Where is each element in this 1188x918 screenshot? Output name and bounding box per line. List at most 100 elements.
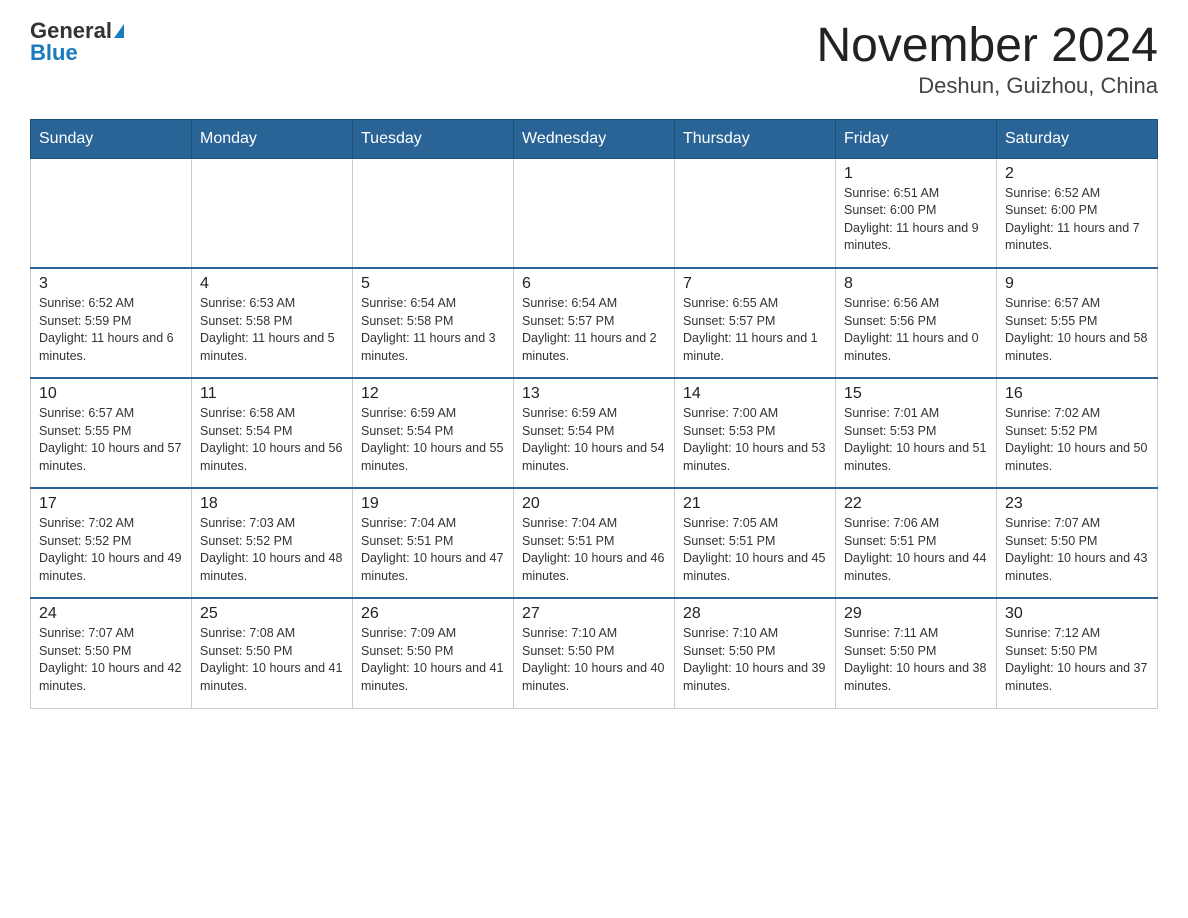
day-number: 16: [1005, 385, 1149, 403]
day-number: 22: [844, 495, 988, 513]
calendar-week-row: 3 Sunrise: 6:52 AMSunset: 5:59 PMDaylight…: [31, 268, 1158, 378]
calendar-cell: [675, 158, 836, 268]
day-info: Sunrise: 6:59 AMSunset: 5:54 PMDaylight:…: [361, 405, 505, 475]
day-number: 26: [361, 605, 505, 623]
day-info: Sunrise: 7:09 AMSunset: 5:50 PMDaylight:…: [361, 625, 505, 695]
day-number: 11: [200, 385, 344, 403]
day-info: Sunrise: 7:08 AMSunset: 5:50 PMDaylight:…: [200, 625, 344, 695]
calendar-cell: 28 Sunrise: 7:10 AMSunset: 5:50 PMDayligh…: [675, 598, 836, 708]
day-number: 23: [1005, 495, 1149, 513]
day-info: Sunrise: 7:07 AMSunset: 5:50 PMDaylight:…: [1005, 515, 1149, 585]
day-number: 29: [844, 605, 988, 623]
day-number: 21: [683, 495, 827, 513]
day-info: Sunrise: 7:06 AMSunset: 5:51 PMDaylight:…: [844, 515, 988, 585]
day-number: 15: [844, 385, 988, 403]
day-info: Sunrise: 7:10 AMSunset: 5:50 PMDaylight:…: [683, 625, 827, 695]
day-info: Sunrise: 6:59 AMSunset: 5:54 PMDaylight:…: [522, 405, 666, 475]
day-info: Sunrise: 7:02 AMSunset: 5:52 PMDaylight:…: [1005, 405, 1149, 475]
calendar-cell: 7 Sunrise: 6:55 AMSunset: 5:57 PMDaylight…: [675, 268, 836, 378]
day-number: 19: [361, 495, 505, 513]
header-sunday: Sunday: [31, 119, 192, 158]
calendar-cell: 20 Sunrise: 7:04 AMSunset: 5:51 PMDayligh…: [514, 488, 675, 598]
calendar-cell: 15Sunrise: 7:01 AMSunset: 5:53 PMDayligh…: [836, 378, 997, 488]
calendar-cell: 26 Sunrise: 7:09 AMSunset: 5:50 PMDayligh…: [353, 598, 514, 708]
day-number: 20: [522, 495, 666, 513]
day-info: Sunrise: 7:07 AMSunset: 5:50 PMDaylight:…: [39, 625, 183, 695]
day-info: Sunrise: 7:04 AMSunset: 5:51 PMDaylight:…: [522, 515, 666, 585]
calendar-cell: [353, 158, 514, 268]
day-number: 24: [39, 605, 183, 623]
header-thursday: Thursday: [675, 119, 836, 158]
header-wednesday: Wednesday: [514, 119, 675, 158]
calendar-cell: 24 Sunrise: 7:07 AMSunset: 5:50 PMDayligh…: [31, 598, 192, 708]
day-number: 7: [683, 275, 827, 293]
calendar-cell: 27 Sunrise: 7:10 AMSunset: 5:50 PMDayligh…: [514, 598, 675, 708]
header-monday: Monday: [192, 119, 353, 158]
day-info: Sunrise: 6:57 AMSunset: 5:55 PMDaylight:…: [39, 405, 183, 475]
day-number: 30: [1005, 605, 1149, 623]
calendar-cell: 25 Sunrise: 7:08 AMSunset: 5:50 PMDayligh…: [192, 598, 353, 708]
calendar-cell: 21Sunrise: 7:05 AMSunset: 5:51 PMDayligh…: [675, 488, 836, 598]
day-info: Sunrise: 7:12 AMSunset: 5:50 PMDaylight:…: [1005, 625, 1149, 695]
header-saturday: Saturday: [997, 119, 1158, 158]
logo: General Blue: [30, 20, 124, 64]
day-info: Sunrise: 7:11 AMSunset: 5:50 PMDaylight:…: [844, 625, 988, 695]
header-friday: Friday: [836, 119, 997, 158]
day-number: 12: [361, 385, 505, 403]
title-area: November 2024 Deshun, Guizhou, China: [816, 20, 1158, 99]
calendar-cell: 9Sunrise: 6:57 AMSunset: 5:55 PMDaylight…: [997, 268, 1158, 378]
day-number: 14: [683, 385, 827, 403]
day-info: Sunrise: 6:55 AMSunset: 5:57 PMDaylight:…: [683, 295, 827, 365]
day-number: 25: [200, 605, 344, 623]
calendar-week-row: 1 Sunrise: 6:51 AMSunset: 6:00 PMDaylight…: [31, 158, 1158, 268]
calendar-cell: 12 Sunrise: 6:59 AMSunset: 5:54 PMDayligh…: [353, 378, 514, 488]
logo-blue-text: Blue: [30, 42, 78, 64]
calendar-cell: 16 Sunrise: 7:02 AMSunset: 5:52 PMDayligh…: [997, 378, 1158, 488]
day-number: 3: [39, 275, 183, 293]
calendar-cell: 23 Sunrise: 7:07 AMSunset: 5:50 PMDayligh…: [997, 488, 1158, 598]
calendar-cell: 10 Sunrise: 6:57 AMSunset: 5:55 PMDayligh…: [31, 378, 192, 488]
day-number: 8: [844, 275, 988, 293]
header-tuesday: Tuesday: [353, 119, 514, 158]
calendar-cell: 29 Sunrise: 7:11 AMSunset: 5:50 PMDayligh…: [836, 598, 997, 708]
day-info: Sunrise: 6:57 AMSunset: 5:55 PMDaylight:…: [1005, 295, 1149, 365]
page-header: General Blue November 2024 Deshun, Guizh…: [30, 20, 1158, 99]
calendar-cell: 3 Sunrise: 6:52 AMSunset: 5:59 PMDaylight…: [31, 268, 192, 378]
location-subtitle: Deshun, Guizhou, China: [816, 73, 1158, 99]
calendar-cell: 5 Sunrise: 6:54 AMSunset: 5:58 PMDaylight…: [353, 268, 514, 378]
day-info: Sunrise: 7:04 AMSunset: 5:51 PMDaylight:…: [361, 515, 505, 585]
day-info: Sunrise: 7:00 AMSunset: 5:53 PMDaylight:…: [683, 405, 827, 475]
month-title: November 2024: [816, 20, 1158, 73]
day-number: 13: [522, 385, 666, 403]
day-number: 4: [200, 275, 344, 293]
calendar-cell: 13 Sunrise: 6:59 AMSunset: 5:54 PMDayligh…: [514, 378, 675, 488]
day-info: Sunrise: 6:54 AMSunset: 5:58 PMDaylight:…: [361, 295, 505, 365]
day-info: Sunrise: 6:51 AMSunset: 6:00 PMDaylight:…: [844, 185, 988, 255]
day-number: 5: [361, 275, 505, 293]
calendar-cell: [192, 158, 353, 268]
day-info: Sunrise: 7:10 AMSunset: 5:50 PMDaylight:…: [522, 625, 666, 695]
calendar-cell: 18 Sunrise: 7:03 AMSunset: 5:52 PMDayligh…: [192, 488, 353, 598]
day-number: 28: [683, 605, 827, 623]
day-number: 17: [39, 495, 183, 513]
day-number: 18: [200, 495, 344, 513]
day-info: Sunrise: 6:52 AMSunset: 6:00 PMDaylight:…: [1005, 185, 1149, 255]
logo-general-text: General: [30, 20, 112, 42]
day-info: Sunrise: 6:52 AMSunset: 5:59 PMDaylight:…: [39, 295, 183, 365]
day-info: Sunrise: 7:02 AMSunset: 5:52 PMDaylight:…: [39, 515, 183, 585]
calendar-cell: 1 Sunrise: 6:51 AMSunset: 6:00 PMDaylight…: [836, 158, 997, 268]
calendar-cell: 8 Sunrise: 6:56 AMSunset: 5:56 PMDaylight…: [836, 268, 997, 378]
calendar-cell: 6Sunrise: 6:54 AMSunset: 5:57 PMDaylight…: [514, 268, 675, 378]
logo-triangle-icon: [114, 24, 124, 38]
day-number: 27: [522, 605, 666, 623]
day-info: Sunrise: 6:56 AMSunset: 5:56 PMDaylight:…: [844, 295, 988, 365]
calendar-cell: 4Sunrise: 6:53 AMSunset: 5:58 PMDaylight…: [192, 268, 353, 378]
day-number: 10: [39, 385, 183, 403]
calendar-cell: 19 Sunrise: 7:04 AMSunset: 5:51 PMDayligh…: [353, 488, 514, 598]
calendar-cell: 2Sunrise: 6:52 AMSunset: 6:00 PMDaylight…: [997, 158, 1158, 268]
calendar-header-row: SundayMondayTuesdayWednesdayThursdayFrid…: [31, 119, 1158, 158]
day-info: Sunrise: 7:03 AMSunset: 5:52 PMDaylight:…: [200, 515, 344, 585]
calendar-cell: [31, 158, 192, 268]
calendar-table: SundayMondayTuesdayWednesdayThursdayFrid…: [30, 119, 1158, 709]
day-number: 1: [844, 165, 988, 183]
